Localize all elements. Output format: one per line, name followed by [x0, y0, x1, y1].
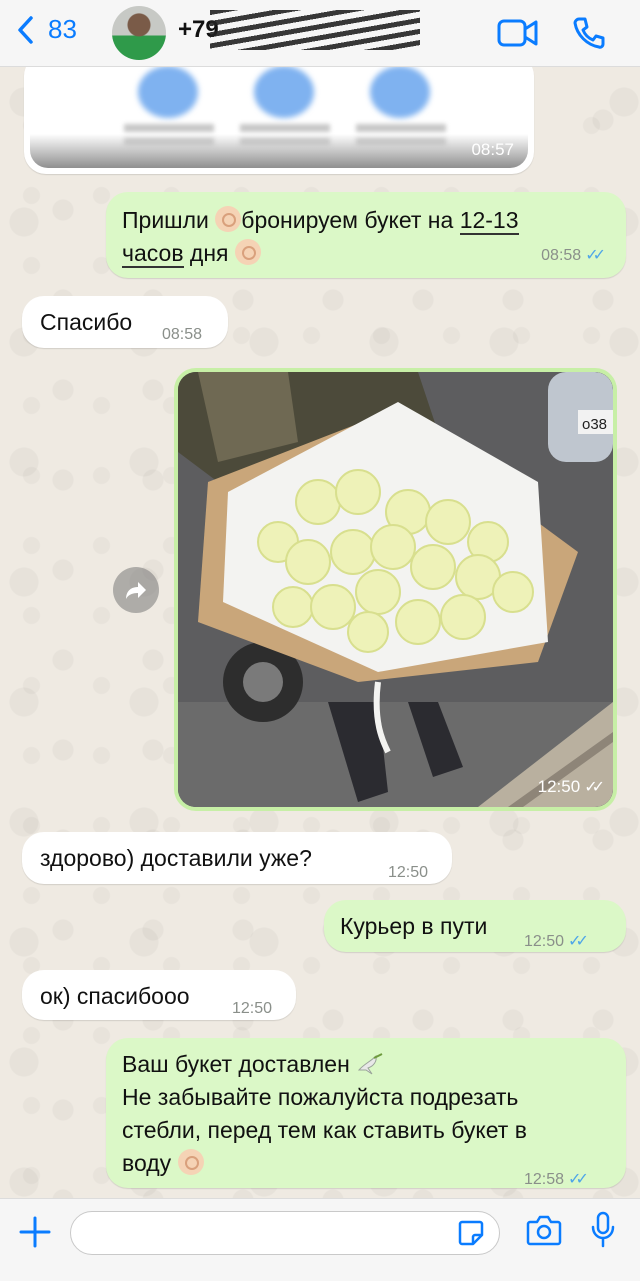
forward-arrow-icon [126, 582, 146, 599]
message-bubble-incoming[interactable]: здорово) доставили уже? 12:50 [22, 832, 452, 884]
message-text: Курьер в пути [340, 913, 488, 939]
white-roses-bouquet-image: о38 [178, 372, 613, 807]
sticker-icon[interactable] [457, 1219, 485, 1247]
bouquet-photo[interactable]: о38 12:50 ✓✓ [178, 372, 613, 807]
read-ticks-icon: ✓✓ [584, 779, 605, 796]
ok-hand-emoji [215, 206, 242, 232]
microphone-icon[interactable] [590, 1211, 616, 1249]
message-time: 12:50 [388, 864, 429, 881]
link-preview-image: 08:57 [30, 54, 528, 168]
message-text: Спасибо [40, 309, 133, 335]
plus-icon[interactable] [18, 1215, 52, 1249]
message-time: 12:50 [232, 1000, 273, 1017]
camera-icon[interactable] [526, 1213, 562, 1247]
unread-count: 83 [48, 14, 77, 44]
message-time: 08:58 [541, 247, 582, 264]
message-bubble-outgoing-photo[interactable]: о38 12:50 ✓✓ [174, 368, 617, 811]
chevron-left-icon [18, 15, 33, 44]
message-time: 12:50 [537, 777, 581, 796]
video-call-icon[interactable] [497, 16, 539, 50]
redaction-scribble [210, 10, 420, 50]
message-text: здорово) доставили уже? [40, 845, 312, 871]
message-bubble-incoming[interactable]: ок) спасибооо 12:50 [22, 970, 296, 1020]
phone-call-icon[interactable] [572, 16, 606, 50]
forward-button[interactable] [113, 567, 159, 613]
dove-emoji [358, 1053, 383, 1075]
message-composer [0, 1198, 640, 1281]
read-ticks-icon: ✓✓ [568, 1171, 589, 1188]
message-time: 12:50 [524, 933, 565, 950]
read-ticks-icon: ✓✓ [585, 247, 606, 264]
link-preview-card[interactable]: 08:57 [24, 54, 534, 174]
message-bubble-outgoing[interactable]: Ваш букет доставлен Не забывайте пожалуй… [106, 1038, 626, 1188]
message-bubble-outgoing[interactable]: Курьер в пути 12:50 ✓✓ [324, 900, 626, 952]
message-time: 08:58 [162, 326, 203, 343]
message-time: 12:58 [524, 1171, 565, 1188]
message-time: 08:57 [471, 140, 514, 159]
license-plate-text: о38 [582, 416, 607, 433]
message-text: ок) спасибооо [40, 983, 190, 1009]
read-ticks-icon: ✓✓ [568, 933, 589, 950]
message-input[interactable] [70, 1211, 500, 1255]
ok-hand-emoji [234, 239, 261, 265]
chat-header: 83 +79 [0, 0, 640, 67]
message-bubble-outgoing[interactable]: Пришли бронируем букет на 12-13 часов дн… [106, 192, 626, 278]
message-bubble-incoming[interactable]: Спасибо 08:58 [22, 296, 228, 348]
ok-hand-emoji [177, 1149, 204, 1175]
contact-avatar[interactable] [112, 6, 166, 60]
back-button[interactable]: 83 [16, 14, 77, 45]
